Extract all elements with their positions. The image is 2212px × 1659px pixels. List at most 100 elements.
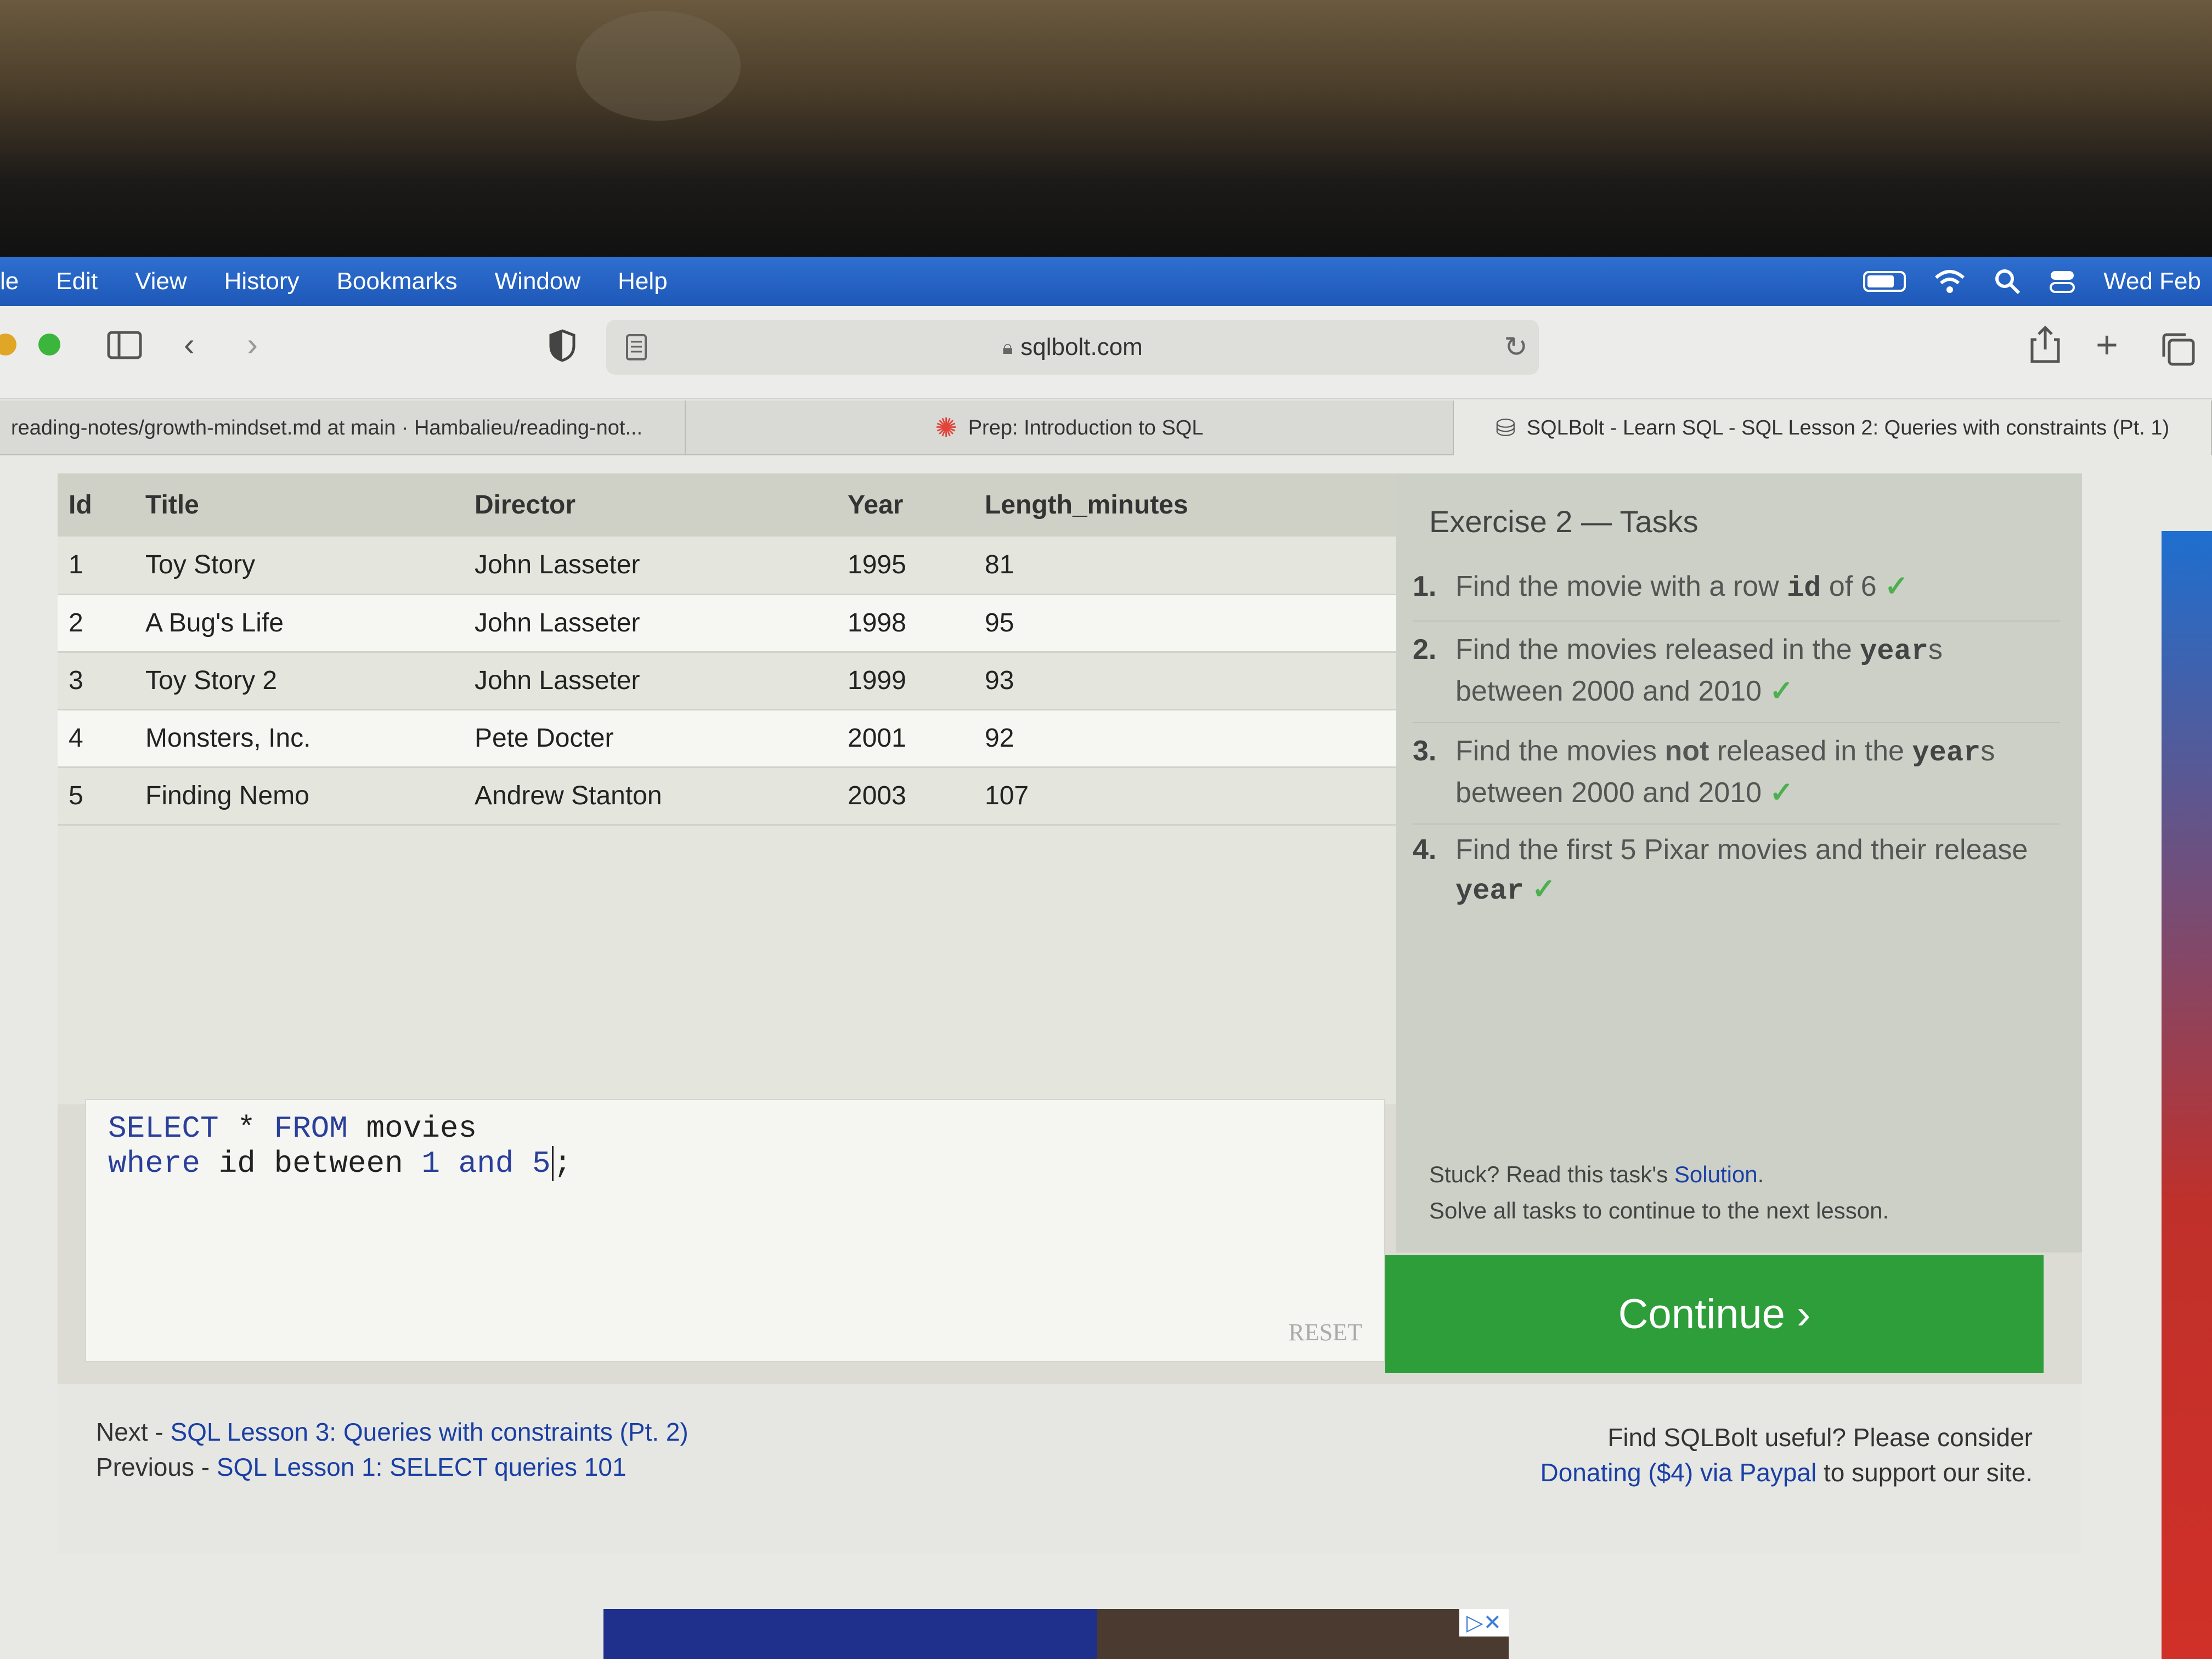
help-text: Stuck? Read this task's Solution. Solve … bbox=[1429, 1156, 1889, 1229]
menu-help[interactable]: Help bbox=[599, 268, 686, 295]
task-number: 2. bbox=[1413, 634, 1437, 665]
menu-bookmarks[interactable]: Bookmarks bbox=[318, 268, 476, 295]
sql-line-1[interactable]: SELECT * FROM movies bbox=[108, 1111, 1362, 1146]
sidebar-toggle-icon[interactable] bbox=[107, 331, 142, 359]
sql-table-name: movies bbox=[366, 1111, 477, 1146]
menu-file[interactable]: le bbox=[0, 268, 37, 295]
menu-view[interactable]: View bbox=[116, 268, 206, 295]
sql-line-2[interactable]: where id between 1 and 5; bbox=[108, 1146, 1362, 1181]
new-tab-icon[interactable]: + bbox=[2096, 325, 2118, 364]
task-number: 1. bbox=[1413, 571, 1437, 602]
cell-year: 1999 bbox=[837, 652, 974, 710]
sql-keyword: SELECT bbox=[108, 1111, 219, 1146]
address-bar[interactable]: 🔒︎ sqlbolt.com ↻ bbox=[606, 320, 1539, 375]
spotlight-search-icon[interactable] bbox=[1994, 268, 2021, 295]
menu-edit[interactable]: Edit bbox=[37, 268, 116, 295]
browser-toolbar: ‹ › 🔒︎ sqlbolt.com ↻ + bbox=[0, 306, 2212, 399]
next-label: Next - bbox=[96, 1418, 171, 1446]
menubar-clock[interactable]: Wed Feb bbox=[2103, 268, 2201, 295]
checkmark-icon: ✓ bbox=[1532, 873, 1556, 905]
tab-sqlbolt-lesson-2[interactable]: ⛁ SQLBolt - Learn SQL - SQL Lesson 2: Qu… bbox=[1454, 400, 2212, 455]
task-code: year bbox=[1912, 737, 1981, 769]
privacy-shield-icon[interactable] bbox=[549, 329, 576, 362]
back-icon[interactable]: ‹ bbox=[184, 328, 195, 361]
menu-window[interactable]: Window bbox=[476, 268, 600, 295]
url-text: sqlbolt.com bbox=[1020, 334, 1143, 360]
stuck-text: . bbox=[1757, 1161, 1764, 1187]
forward-icon[interactable]: › bbox=[247, 328, 258, 361]
cell-id: 2 bbox=[58, 594, 134, 653]
column-header-length-minutes: Length_minutes bbox=[974, 473, 1396, 537]
column-header-title: Title bbox=[134, 473, 464, 537]
wifi-icon[interactable] bbox=[1933, 268, 1966, 295]
table-row: 2 A Bug's Life John Lasseter 1998 95 bbox=[58, 594, 1396, 653]
donate-paypal-link[interactable]: Donating ($4) via Paypal bbox=[1541, 1458, 1817, 1487]
battery-icon[interactable] bbox=[1863, 271, 1906, 292]
tasks-heading: Exercise 2 — Tasks bbox=[1429, 504, 1699, 539]
donation-text: Find SQLBolt useful? Please consider bbox=[1607, 1423, 2033, 1452]
cell-year: 1995 bbox=[837, 537, 974, 595]
reader-view-icon[interactable] bbox=[623, 333, 650, 362]
sql-keyword: FROM bbox=[274, 1111, 348, 1146]
previous-lesson-link[interactable]: SQL Lesson 1: SELECT queries 101 bbox=[217, 1453, 627, 1481]
checkmark-icon: ✓ bbox=[1884, 571, 1909, 602]
menu-history[interactable]: History bbox=[206, 268, 318, 295]
task-text-part: Find the first 5 Pixar movies and their … bbox=[1455, 834, 2028, 866]
checkmark-icon: ✓ bbox=[1769, 675, 1794, 707]
task-text: Find the first 5 Pixar movies and their … bbox=[1455, 830, 2048, 911]
task-item-2: 2. Find the movies released in the years… bbox=[1413, 630, 2060, 723]
table-header-row: Id Title Director Year Length_minutes bbox=[58, 473, 1396, 537]
ad-image[interactable] bbox=[603, 1609, 1097, 1659]
continue-button[interactable]: Continue › bbox=[1385, 1255, 2044, 1373]
cell-director: John Lasseter bbox=[464, 652, 837, 710]
webcam-glare bbox=[576, 11, 741, 121]
task-text: Find the movie with a row id of 6 ✓ bbox=[1455, 567, 2048, 608]
lesson-footer: Next - SQL Lesson 3: Queries with constr… bbox=[58, 1384, 2082, 1554]
task-item-3: 3. Find the movies not released in the y… bbox=[1413, 731, 2060, 825]
ad-image[interactable]: ▷✕ bbox=[1097, 1609, 1509, 1659]
sql-column-name: id bbox=[218, 1146, 256, 1181]
control-center-icon[interactable] bbox=[2049, 268, 2076, 295]
sql-operator: * bbox=[237, 1111, 256, 1146]
sql-editor[interactable]: SELECT * FROM movies where id between 1 … bbox=[85, 1099, 1385, 1362]
tab-overview-icon[interactable] bbox=[2162, 332, 2196, 366]
next-lesson-link[interactable]: SQL Lesson 3: Queries with constraints (… bbox=[170, 1418, 688, 1446]
cell-id: 1 bbox=[58, 537, 134, 595]
tab-prep-intro-sql[interactable]: ✺ Prep: Introduction to SQL bbox=[686, 400, 1454, 455]
cell-length: 81 bbox=[974, 537, 1396, 595]
task-number: 4. bbox=[1413, 834, 1437, 866]
table-row: 4 Monsters, Inc. Pete Docter 2001 92 bbox=[58, 709, 1396, 768]
query-results: Id Title Director Year Length_minutes 1 … bbox=[58, 473, 1396, 1104]
desktop-wallpaper-edge bbox=[2162, 531, 2212, 1659]
stuck-text: Stuck? Read this task's bbox=[1429, 1161, 1674, 1187]
results-table: Id Title Director Year Length_minutes 1 … bbox=[58, 473, 1396, 826]
ad-choices-close-icon[interactable]: ▷✕ bbox=[1459, 1609, 1509, 1637]
reload-icon[interactable]: ↻ bbox=[1504, 331, 1528, 364]
tab-label: SQLBolt - Learn SQL - SQL Lesson 2: Quer… bbox=[1526, 416, 2170, 439]
advertisement-banner[interactable]: ▷✕ bbox=[603, 1609, 1509, 1659]
sql-number: 1 bbox=[421, 1146, 440, 1181]
tab-github-reading-notes[interactable]: reading-notes/growth-mindset.md at main … bbox=[0, 400, 686, 455]
table-row: 3 Toy Story 2 John Lasseter 1999 93 bbox=[58, 652, 1396, 710]
minimize-window-button[interactable] bbox=[0, 334, 16, 356]
task-text-part: of 6 bbox=[1821, 571, 1877, 602]
tab-label: Prep: Introduction to SQL bbox=[968, 416, 1204, 439]
cell-year: 1998 bbox=[837, 594, 974, 653]
solve-all-text: Solve all tasks to continue to the next … bbox=[1429, 1198, 1889, 1223]
solution-link[interactable]: Solution bbox=[1674, 1161, 1758, 1187]
cell-id: 3 bbox=[58, 652, 134, 710]
cell-director: John Lasseter bbox=[464, 537, 837, 595]
cell-title: Finding Nemo bbox=[134, 767, 464, 826]
monitor-bezel bbox=[0, 0, 2212, 258]
cell-length: 95 bbox=[974, 594, 1396, 653]
task-item-1: 1. Find the movie with a row id of 6 ✓ bbox=[1413, 567, 2060, 622]
reset-button[interactable]: RESET bbox=[1289, 1315, 1362, 1350]
sql-terminator: ; bbox=[553, 1146, 572, 1181]
sql-number: 5 bbox=[532, 1146, 551, 1181]
tab-label: reading-notes/growth-mindset.md at main … bbox=[11, 416, 643, 439]
share-icon[interactable] bbox=[2030, 325, 2061, 364]
zoom-window-button[interactable] bbox=[38, 334, 60, 356]
exercise-tasks-panel: Exercise 2 — Tasks 1. Find the movie wit… bbox=[1396, 473, 2082, 1252]
task-item-4: 4. Find the first 5 Pixar movies and the… bbox=[1413, 830, 2060, 923]
task-text-part: Find the movies bbox=[1455, 735, 1665, 767]
